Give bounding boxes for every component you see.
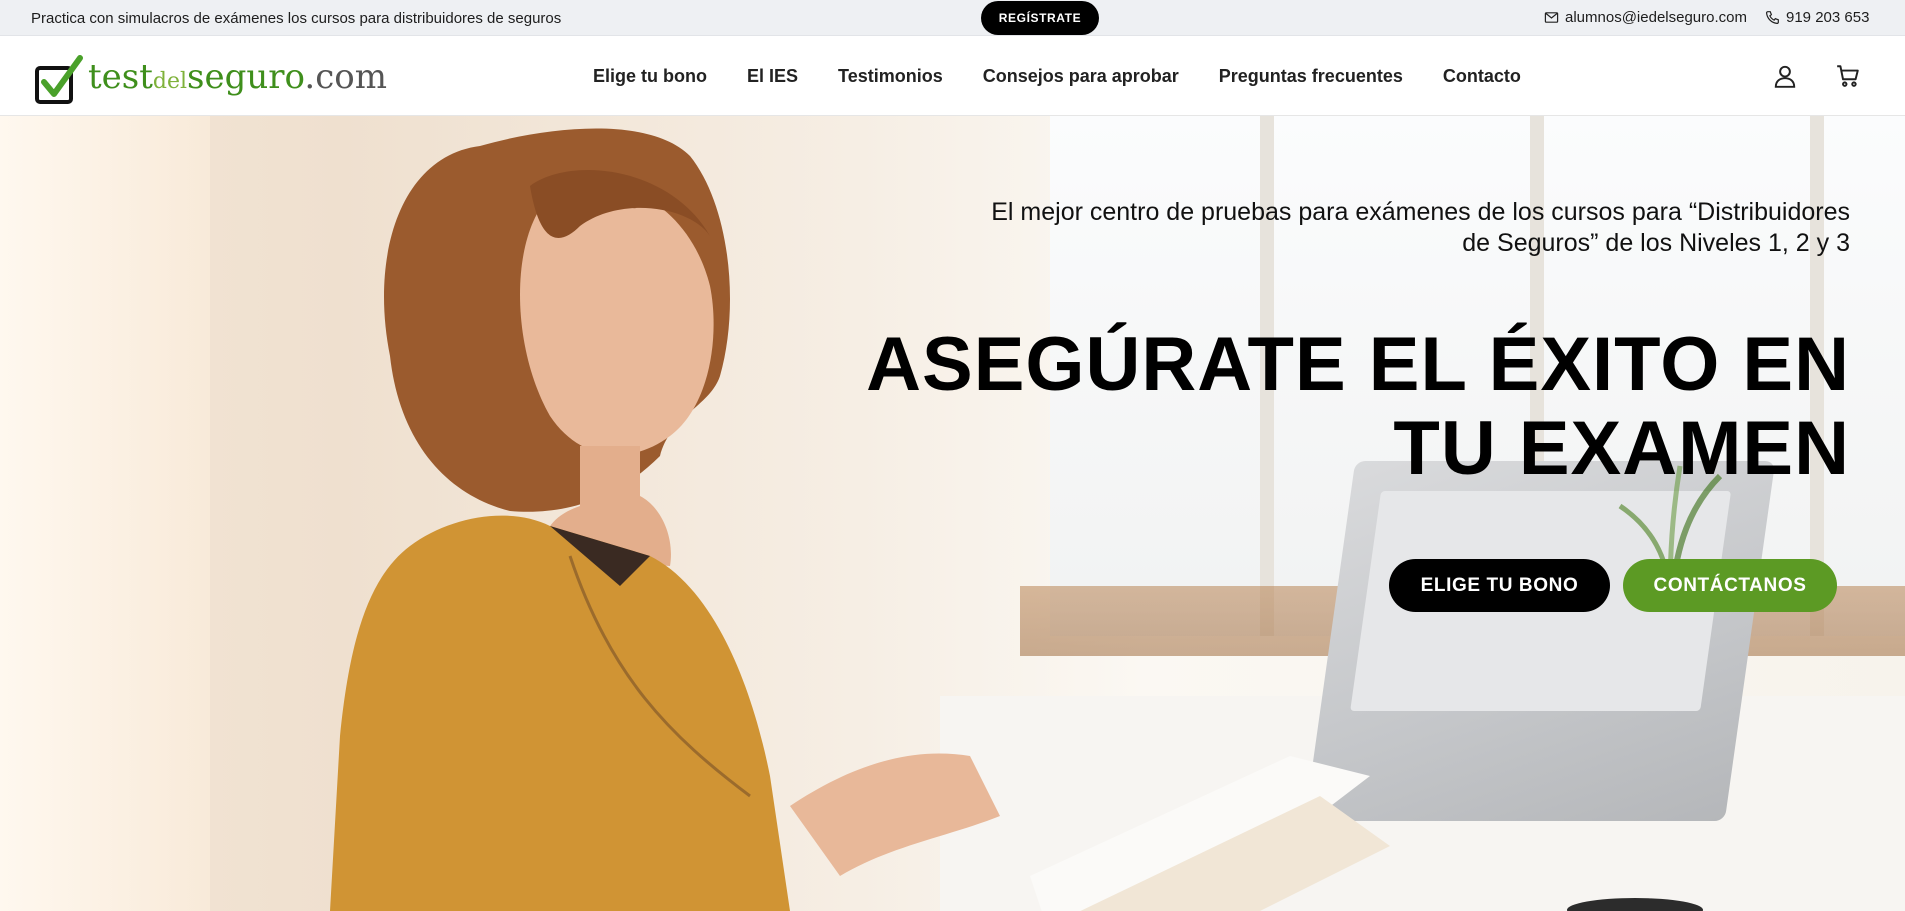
cart-button[interactable] [1834, 62, 1862, 90]
account-button[interactable] [1771, 62, 1799, 90]
email-link[interactable]: alumnos@iedelseguro.com [1544, 9, 1747, 26]
hero-subtitle-line-2: de Seguros” de los Niveles 1, 2 y 3 [1462, 229, 1850, 257]
promo-text: Practica con simulacros de exámenes los … [31, 10, 562, 27]
hero-headline-line-2: TU EXAMEN [1393, 406, 1850, 491]
hero-subtitle-line-1: El mejor centro de pruebas para exámenes… [991, 198, 1850, 226]
email-text: alumnos@iedelseguro.com [1565, 9, 1747, 26]
woman-image [330, 128, 1000, 911]
cart-icon [1837, 65, 1859, 87]
nav-item-el-ies[interactable]: El IES [747, 66, 798, 87]
site-header: testdelseguro.com Elige tu bono El IES T… [0, 36, 1905, 116]
main-nav: Elige tu bono El IES Testimonios Consejo… [593, 36, 1561, 116]
hero-subtitle: El mejor centro de pruebas para exámenes… [960, 197, 1850, 259]
coffee-cup-image [1567, 898, 1703, 911]
logo-del: del [152, 69, 188, 94]
logo-seguro: seguro [187, 57, 305, 97]
phone-text: 919 203 653 [1786, 9, 1870, 26]
nav-item-contacto[interactable]: Contacto [1443, 66, 1521, 87]
nav-item-testimonios[interactable]: Testimonios [838, 66, 943, 87]
contactanos-button[interactable]: CONTÁCTANOS [1623, 559, 1837, 612]
phone-icon [1765, 11, 1779, 25]
hero-section: El mejor centro de pruebas para exámenes… [0, 116, 1905, 911]
top-bar: Practica con simulacros de exámenes los … [0, 0, 1905, 36]
register-button[interactable]: REGÍSTRATE [981, 1, 1099, 35]
logo-wordmark: testdelseguro.com [88, 55, 387, 104]
hero-headline-line-1: ASEGÚRATE EL ÉXITO EN [866, 322, 1850, 407]
papers-image [1030, 756, 1390, 911]
phone-link[interactable]: 919 203 653 [1765, 9, 1869, 26]
envelope-icon [1544, 12, 1559, 23]
hero-headline: ASEGÚRATE EL ÉXITO EN TU EXAMEN [860, 323, 1850, 491]
logo-test: test [88, 57, 153, 97]
logo-com: .com [304, 57, 387, 97]
user-icon [1774, 65, 1796, 88]
checkmark-logo-icon [35, 55, 83, 104]
nav-item-consejos[interactable]: Consejos para aprobar [983, 66, 1179, 87]
nav-item-preguntas[interactable]: Preguntas frecuentes [1219, 66, 1403, 87]
site-logo[interactable]: testdelseguro.com [34, 46, 387, 106]
elige-tu-bono-button[interactable]: ELIGE TU BONO [1389, 559, 1610, 612]
nav-item-elige-tu-bono[interactable]: Elige tu bono [593, 66, 707, 87]
